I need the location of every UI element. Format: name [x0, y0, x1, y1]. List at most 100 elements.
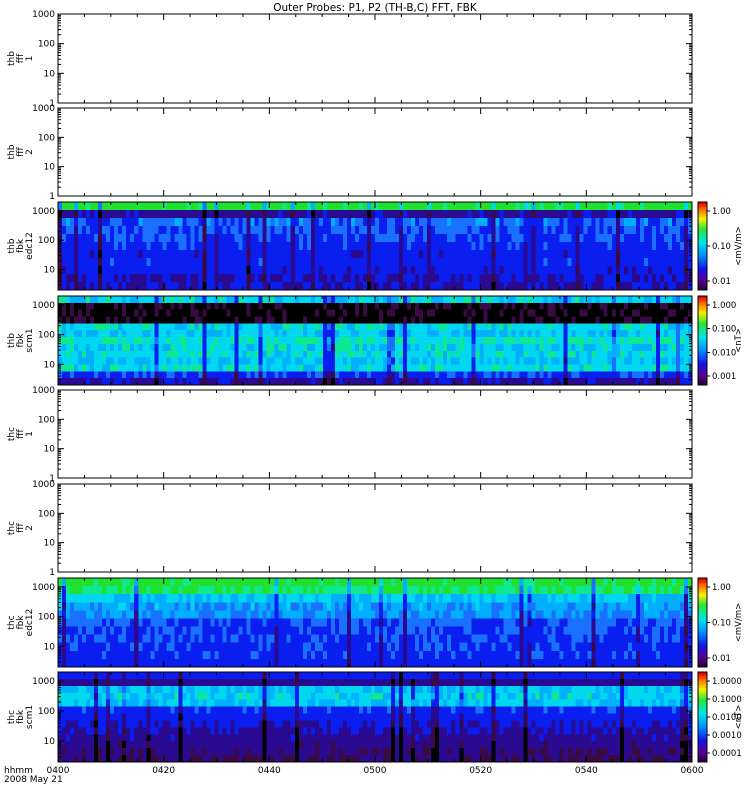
spectrogram-cell [588, 242, 592, 250]
spectrogram-cell [664, 378, 668, 385]
spectrogram-cell [527, 364, 531, 371]
spectrogram-cell [58, 643, 62, 651]
spectrogram-cell [194, 643, 198, 651]
spectrogram-cell [206, 202, 210, 210]
spectrogram-cell [684, 351, 688, 358]
spectrogram-cell [239, 337, 243, 344]
spectrogram-cell [70, 210, 74, 218]
spectrogram-cell [371, 371, 375, 378]
spectrogram-cell [231, 266, 235, 274]
spectrogram-cell [130, 296, 134, 303]
spectrogram-cell [443, 250, 447, 258]
spectrogram-cell [130, 317, 134, 324]
spectrogram-cell [584, 344, 588, 351]
spectrogram-cell [680, 378, 684, 385]
spectrogram-cell [323, 296, 327, 303]
spectrogram-cell [576, 323, 580, 330]
spectrogram-cell [114, 226, 118, 234]
spectrogram-cell [182, 364, 186, 371]
spectrogram-cell [463, 330, 467, 337]
spectrogram-cell [263, 266, 267, 274]
spectrogram-cell [459, 296, 463, 303]
spectrogram-cell [251, 364, 255, 371]
spectrogram-cell [387, 274, 391, 282]
panel-thc-fbk-edc12: 1.000.100.01<mV/m>100010010thcfbkedc12 [7, 578, 744, 668]
spectrogram-cell [307, 282, 311, 290]
spectrogram-cell [114, 364, 118, 371]
spectrogram-cell [178, 351, 182, 358]
spectrogram-cell [475, 330, 479, 337]
spectrogram-cell [86, 310, 90, 317]
spectrogram-cell [411, 317, 415, 324]
spectrogram-cell [523, 364, 527, 371]
spectrogram-cell [419, 317, 423, 324]
spectrogram-cell [483, 344, 487, 351]
spectrogram-cell [174, 364, 178, 371]
spectrogram-cell [231, 358, 235, 365]
spectrogram-cell [459, 282, 463, 290]
spectrogram-cell [588, 371, 592, 378]
spectrogram-cell [379, 364, 383, 371]
spectrogram-cell [70, 258, 74, 266]
spectrogram-cell [560, 344, 564, 351]
spectrogram-cell [219, 266, 223, 274]
spectrogram-cell [371, 364, 375, 371]
spectrogram-cell [676, 317, 680, 324]
spectrogram-cell [78, 344, 82, 351]
spectrogram-cell [600, 218, 604, 226]
spectrogram-cell [271, 202, 275, 210]
spectrogram-cell [142, 226, 146, 234]
spectrogram-cell [170, 378, 174, 385]
spectrogram-cell [564, 351, 568, 358]
spectrogram-cell [150, 242, 154, 250]
spectrogram-cell [162, 358, 166, 365]
spectrogram-cell [684, 330, 688, 337]
spectrogram-cell [608, 296, 612, 303]
spectrogram-cell [90, 337, 94, 344]
spectrogram-cell [475, 210, 479, 218]
spectrogram-cell [624, 242, 628, 250]
spectrogram-cell [564, 250, 568, 258]
spectrogram-cell [491, 282, 495, 290]
spectrogram-cell [98, 610, 102, 618]
spectrogram-cell [247, 378, 251, 385]
spectrogram-cell [588, 218, 592, 226]
spectrogram-cell [198, 627, 202, 635]
spectrogram-cell [138, 578, 142, 586]
spectrogram-cell [479, 371, 483, 378]
spectrogram-cell [231, 210, 235, 218]
spectrogram-cell [640, 250, 644, 258]
spectrogram-cell [523, 296, 527, 303]
spectrogram-cell [331, 371, 335, 378]
spectrogram-cell [403, 234, 407, 242]
spectrogram-cell [303, 266, 307, 274]
spectrogram-cell [150, 266, 154, 274]
spectrogram-cell [162, 643, 166, 651]
spectrogram-cell [676, 310, 680, 317]
spectrogram-cell [620, 266, 624, 274]
spectrogram-cell [319, 234, 323, 242]
spectrogram-cell [588, 310, 592, 317]
spectrogram-cell [142, 586, 146, 594]
spectrogram-cell [536, 310, 540, 317]
spectrogram-cell [431, 310, 435, 317]
spectrogram-cell [479, 266, 483, 274]
spectrogram-cell [640, 358, 644, 365]
spectrogram-cell [287, 330, 291, 337]
spectrogram-cell [660, 210, 664, 218]
spectrogram-cell [206, 317, 210, 324]
spectrogram-cell [499, 282, 503, 290]
spectrogram-cell [568, 250, 572, 258]
spectrogram-cell [367, 226, 371, 234]
spectrogram-cell [219, 371, 223, 378]
spectrogram-cell [660, 202, 664, 210]
spectrogram-cell [86, 378, 90, 385]
spectrogram-cell [319, 218, 323, 226]
spectrogram-cell [154, 282, 158, 290]
spectrogram-cell [680, 358, 684, 365]
spectrogram-cell [299, 210, 303, 218]
spectrogram-cell [471, 274, 475, 282]
spectrogram-cell [379, 250, 383, 258]
spectrogram-cell [243, 310, 247, 317]
spectrogram-cell [251, 317, 255, 324]
